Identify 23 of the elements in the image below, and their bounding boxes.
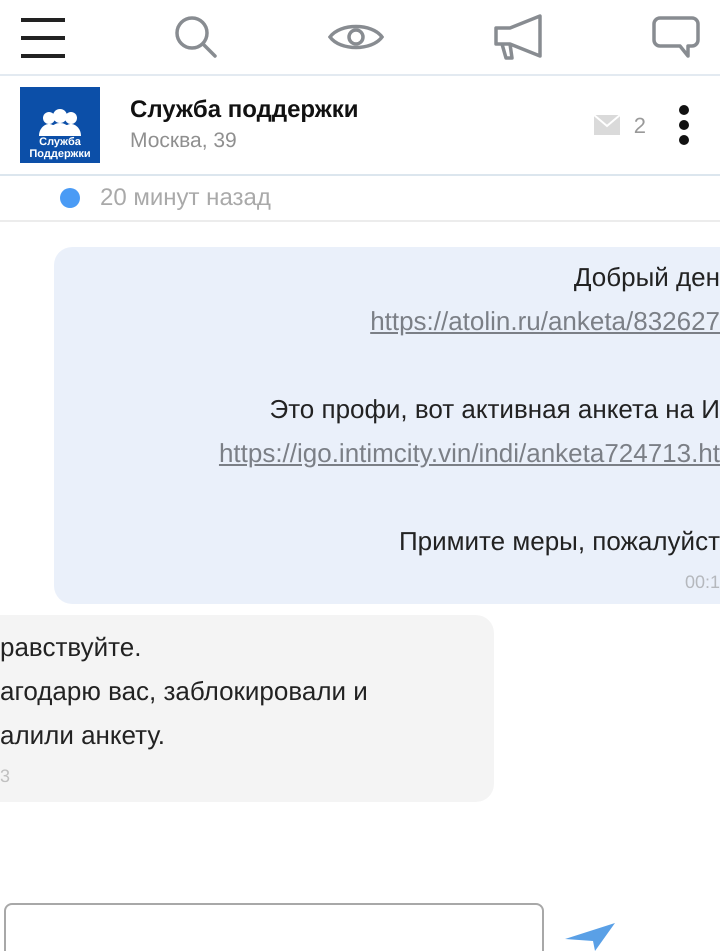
logo-text: Поддержки [29, 148, 91, 160]
search-icon[interactable] [174, 15, 220, 59]
last-seen-text: 20 минут назад [100, 183, 271, 213]
message-input[interactable] [4, 903, 544, 951]
message-count: 2 [634, 112, 646, 140]
message-text: равствуйте. [0, 630, 142, 664]
contact-name: Служба поддержки [130, 95, 360, 125]
chat-icon[interactable] [652, 16, 700, 58]
megaphone-icon[interactable] [492, 14, 544, 60]
message-time: 00:1 [684, 571, 720, 594]
logo-text: Служба [39, 136, 81, 148]
contact-location: Москва, 39 [130, 128, 238, 154]
message-link[interactable]: https://igo.intimcity.vin/indi/anketa724713.ht [218, 434, 720, 472]
menu-icon[interactable] [20, 16, 66, 58]
message-text: алили анкету. [0, 718, 165, 752]
message-text: Примите меры, пожалуйст [398, 524, 720, 558]
more-icon[interactable] [678, 105, 690, 145]
message-text: агодарю вас, заблокировали и [0, 674, 368, 708]
send-icon[interactable] [565, 923, 615, 951]
message-text: Это профи, вот активная анкета на И [270, 392, 720, 426]
message-text: Добрый ден [574, 260, 720, 294]
message-link[interactable]: https://atolin.ru/anketa/832627 [370, 302, 720, 340]
envelope-icon [594, 115, 620, 135]
